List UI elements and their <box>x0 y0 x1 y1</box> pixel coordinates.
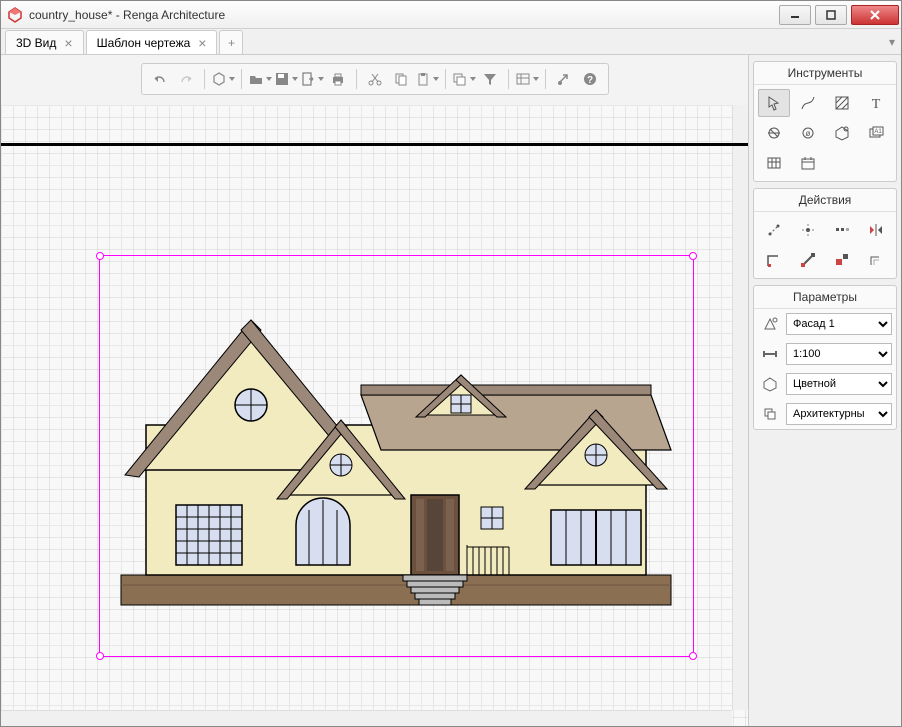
actions-panel: Действия <box>753 188 897 279</box>
svg-text:?: ? <box>586 75 592 86</box>
action-trim[interactable] <box>758 246 790 274</box>
handle-top-left[interactable] <box>96 252 104 260</box>
scale-icon <box>758 342 782 366</box>
window-title: country_house* - Renga Architecture <box>29 8 777 22</box>
tool-hatch[interactable] <box>826 89 858 117</box>
right-panel: Инструменты T ø A1 Действия <box>749 55 901 726</box>
action-mirror[interactable] <box>860 216 892 244</box>
close-button[interactable] <box>851 5 899 25</box>
app-icon <box>7 7 23 23</box>
action-rotate[interactable] <box>792 216 824 244</box>
action-move[interactable] <box>758 216 790 244</box>
param-scale-select[interactable]: 1:100 <box>786 343 892 365</box>
tool-dimension-linear[interactable] <box>758 119 790 147</box>
param-display-select[interactable]: Архитектурны <box>786 403 892 425</box>
svg-text:A1: A1 <box>874 129 882 135</box>
maximize-button[interactable] <box>815 5 847 25</box>
tab-label: 3D Вид <box>16 36 56 50</box>
minimize-button[interactable] <box>779 5 811 25</box>
tab-close-icon[interactable]: × <box>64 35 72 51</box>
tools-panel: Инструменты T ø A1 <box>753 61 897 182</box>
cut-button[interactable] <box>363 67 387 91</box>
params-panel-title: Параметры <box>754 286 896 309</box>
tool-empty1 <box>826 149 858 177</box>
actions-panel-title: Действия <box>754 189 896 212</box>
tool-line[interactable] <box>792 89 824 117</box>
house-drawing[interactable] <box>111 285 681 615</box>
param-display: Архитектурны <box>754 399 896 429</box>
action-stretch[interactable] <box>792 246 824 274</box>
handle-bottom-left[interactable] <box>96 652 104 660</box>
tab-drawing-template[interactable]: Шаблон чертежа × <box>86 30 218 54</box>
export-dropdown[interactable] <box>300 67 324 91</box>
titlebar: country_house* - Renga Architecture <box>1 1 901 29</box>
action-offset[interactable] <box>860 246 892 274</box>
settings-button[interactable] <box>552 67 576 91</box>
view-icon <box>758 312 782 336</box>
tab-overflow-icon[interactable]: ▾ <box>889 35 895 49</box>
display-icon <box>758 402 782 426</box>
tool-table[interactable] <box>758 149 790 177</box>
open-dropdown[interactable] <box>248 67 272 91</box>
tool-dimension-diameter[interactable]: ø <box>792 119 824 147</box>
window-buttons <box>777 3 901 27</box>
handle-bottom-right[interactable] <box>689 652 697 660</box>
style-icon <box>758 372 782 396</box>
tools-panel-title: Инструменты <box>754 62 896 85</box>
layers-dropdown[interactable] <box>452 67 476 91</box>
canvas-area[interactable]: ? <box>1 55 749 726</box>
copy-button[interactable] <box>389 67 413 91</box>
tool-text[interactable]: T <box>860 89 892 117</box>
box-dropdown[interactable] <box>211 67 235 91</box>
paste-dropdown[interactable] <box>415 67 439 91</box>
svg-text:T: T <box>872 97 881 111</box>
redo-button[interactable] <box>174 67 198 91</box>
param-style: Цветной <box>754 369 896 399</box>
tool-section[interactable]: A1 <box>860 119 892 147</box>
param-style-select[interactable]: Цветной <box>786 373 892 395</box>
page-edge <box>1 143 748 146</box>
tool-select[interactable] <box>758 89 790 117</box>
table-dropdown[interactable] <box>515 67 539 91</box>
filter-button[interactable] <box>478 67 502 91</box>
param-view-select[interactable]: Фасад 1 <box>786 313 892 335</box>
param-scale: 1:100 <box>754 339 896 369</box>
svg-text:ø: ø <box>806 129 811 138</box>
handle-top-right[interactable] <box>689 252 697 260</box>
save-dropdown[interactable] <box>274 67 298 91</box>
tab-close-icon[interactable]: × <box>198 35 206 51</box>
undo-button[interactable] <box>148 67 172 91</box>
action-scale[interactable] <box>826 246 858 274</box>
new-tab-button[interactable]: + <box>219 30 243 54</box>
params-panel: Параметры Фасад 1 1:100 Цветной Архитект… <box>753 285 897 430</box>
tool-axis[interactable] <box>826 119 858 147</box>
tab-bar: 3D Вид × Шаблон чертежа × + ▾ <box>1 29 901 55</box>
action-copy-array[interactable] <box>826 216 858 244</box>
tool-empty2 <box>860 149 892 177</box>
help-button[interactable]: ? <box>578 67 602 91</box>
print-button[interactable] <box>326 67 350 91</box>
main-toolbar: ? <box>141 63 609 95</box>
horizontal-scrollbar[interactable] <box>1 710 732 726</box>
workspace: ? <box>1 55 901 726</box>
tab-3d-view[interactable]: 3D Вид × <box>5 30 84 54</box>
param-view: Фасад 1 <box>754 309 896 339</box>
tab-label: Шаблон чертежа <box>97 36 191 50</box>
tool-date[interactable] <box>792 149 824 177</box>
vertical-scrollbar[interactable] <box>732 105 748 710</box>
